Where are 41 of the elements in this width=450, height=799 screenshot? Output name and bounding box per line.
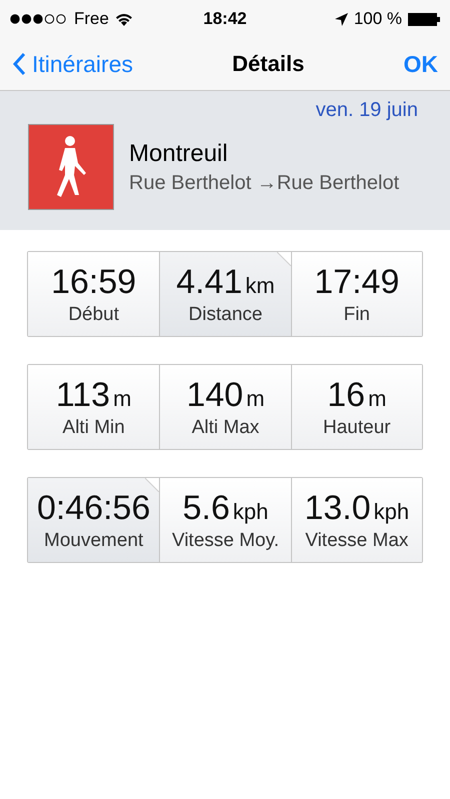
battery-percent: 100 %	[354, 9, 402, 29]
stat-value: 5.6 kph	[182, 488, 268, 528]
stat-value: 13.0 kph	[304, 488, 410, 528]
stat-label: Hauteur	[323, 416, 391, 438]
nav-title: Détails	[232, 51, 304, 77]
stat-label: Alti Min	[62, 416, 125, 438]
clock-time: 18:42	[203, 9, 247, 29]
stat-tile[interactable]: 140 m Alti Max	[159, 365, 291, 449]
stat-label: Vitesse Moy.	[172, 530, 279, 552]
stat-value: 4.41 km	[176, 262, 275, 302]
stat-label: Mouvement	[44, 530, 144, 552]
stat-value: 140 m	[186, 376, 265, 414]
stat-label: Fin	[344, 304, 370, 326]
trip-title: Montreuil	[129, 140, 229, 168]
stat-tile[interactable]: 0:46:56 Mouvement	[28, 478, 160, 562]
stat-tile[interactable]: 16:59 Début	[28, 252, 160, 336]
carrier-name: Free	[74, 9, 109, 29]
stat-value: 113 m	[56, 376, 132, 414]
stat-label: Vitesse Max	[305, 530, 408, 552]
stat-label: Alti Max	[192, 416, 260, 438]
stat-tile[interactable]: 17:49 Fin	[290, 252, 422, 336]
back-button[interactable]: Itinéraires	[12, 50, 133, 78]
location-arrow-icon	[334, 12, 348, 26]
ok-button[interactable]: OK	[403, 50, 438, 78]
stat-label: Distance	[188, 304, 262, 326]
wifi-icon	[114, 12, 133, 26]
battery-icon	[408, 12, 440, 26]
signal-icon	[10, 14, 68, 24]
trip-route: Rue Berthelot →Rue Berthelot	[129, 172, 400, 194]
stat-tile[interactable]: 13.0 kph Vitesse Max	[290, 478, 422, 562]
stat-value: 16:59	[51, 262, 136, 302]
trip-date: ven. 19 juin	[316, 99, 418, 122]
stat-tile[interactable]: 16 m Hauteur	[290, 365, 422, 449]
stat-value: 17:49	[314, 262, 400, 302]
chevron-left-icon	[12, 52, 26, 76]
stat-value: 16 m	[327, 376, 386, 414]
stat-tile[interactable]: 113 m Alti Min	[28, 365, 160, 449]
stat-label: Début	[68, 304, 120, 326]
stat-value: 0:46:56	[36, 488, 150, 528]
stat-tile[interactable]: 5.6 kph Vitesse Moy.	[159, 478, 291, 562]
stat-tile[interactable]: 4.41 km Distance	[159, 252, 291, 336]
